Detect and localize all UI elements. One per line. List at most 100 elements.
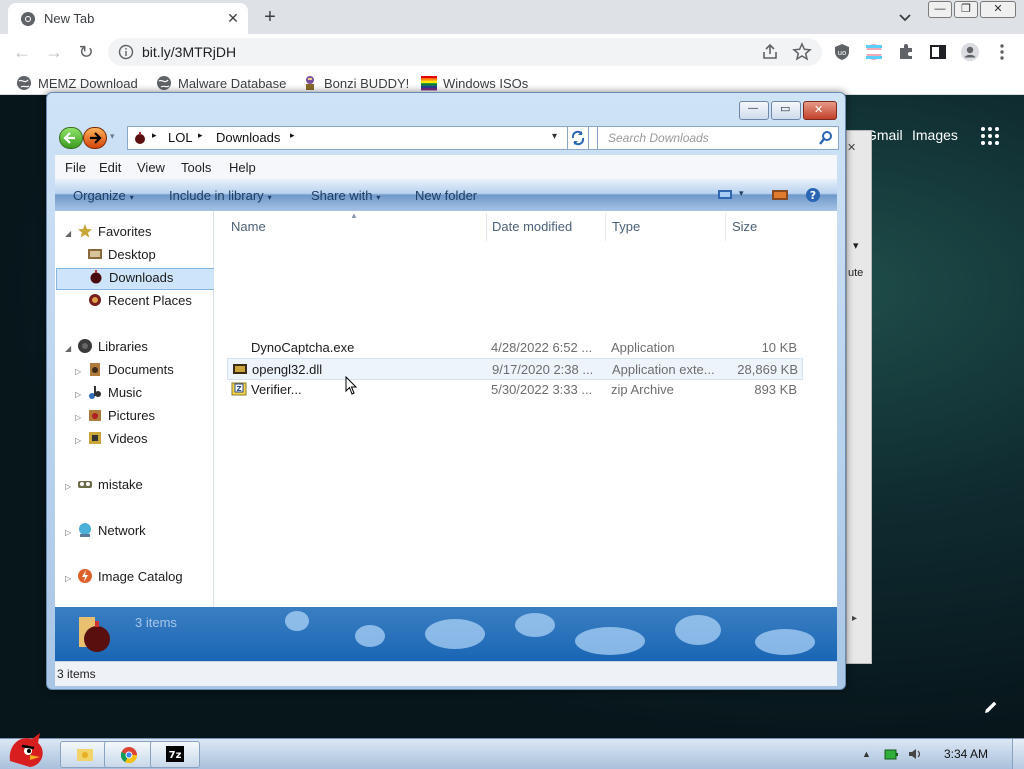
- battery-icon[interactable]: [884, 747, 898, 761]
- menu-file[interactable]: File: [65, 160, 86, 175]
- nav-mistake[interactable]: ▷ mistake: [65, 476, 143, 496]
- taskbar-explorer-button[interactable]: [60, 741, 110, 768]
- side-panel-icon[interactable]: [928, 42, 948, 62]
- column-divider[interactable]: [605, 213, 606, 241]
- share-with-button[interactable]: Share with ▾: [311, 188, 380, 203]
- breadcrumb-lol[interactable]: LOL: [168, 130, 193, 145]
- menu-tools[interactable]: Tools: [181, 160, 211, 175]
- nav-pictures[interactable]: ▷ Pictures: [75, 407, 155, 427]
- nav-recent-places[interactable]: Recent Places: [85, 292, 192, 312]
- collapse-triangle-icon[interactable]: ◢: [65, 229, 75, 238]
- search-downloads-input[interactable]: Search Downloads: [597, 126, 839, 150]
- bookmark-memz-download[interactable]: MEMZ Download: [16, 75, 138, 91]
- restore-button[interactable]: ❐: [954, 1, 978, 18]
- tab-search-chevron-icon[interactable]: [896, 8, 914, 26]
- taskbar-chrome-button[interactable]: [104, 741, 154, 768]
- bookmark-bonzi-buddy[interactable]: Bonzi BUDDY!: [302, 75, 409, 91]
- nav-documents[interactable]: ▷ Documents: [75, 361, 174, 381]
- expand-triangle-icon[interactable]: ▷: [75, 413, 85, 422]
- share-icon[interactable]: [760, 42, 780, 62]
- show-hidden-icons-button[interactable]: ▲: [862, 749, 871, 759]
- new-folder-button[interactable]: New folder: [415, 188, 477, 203]
- address-history-chevron-icon[interactable]: ▾: [552, 131, 557, 142]
- nav-music[interactable]: ▷ Music: [75, 384, 142, 404]
- forward-button[interactable]: →: [42, 40, 66, 64]
- start-button-angry-bird-icon[interactable]: [4, 731, 48, 769]
- favorites-star-icon: [78, 224, 92, 238]
- preview-pane-icon[interactable]: [771, 188, 789, 202]
- window-minimize-button[interactable]: —: [739, 101, 769, 120]
- column-header-date-modified[interactable]: Date modified: [492, 219, 572, 234]
- volume-icon[interactable]: [908, 747, 922, 761]
- nav-network[interactable]: ▷ Network: [65, 522, 146, 542]
- file-row-opengl32[interactable]: opengl32.dll 9/17/2020 2:38 ... Applicat…: [227, 358, 803, 380]
- tab-close-icon[interactable]: ✕: [224, 9, 242, 27]
- extensions-puzzle-icon[interactable]: [896, 42, 916, 62]
- reload-button[interactable]: ↻: [74, 40, 98, 64]
- organize-button[interactable]: Organize ▾: [73, 188, 134, 203]
- tab-new-tab[interactable]: New Tab ✕: [8, 3, 248, 34]
- bookmark-star-icon[interactable]: [792, 42, 812, 62]
- include-in-library-button[interactable]: Include in library ▾: [169, 188, 272, 203]
- taskbar-7zip-button[interactable]: 7z: [150, 741, 200, 768]
- bookmark-malware-database[interactable]: Malware Database: [156, 75, 286, 91]
- expand-triangle-icon[interactable]: ▷: [75, 436, 85, 445]
- recent-pages-chevron-icon[interactable]: ▾: [110, 131, 115, 142]
- background-dialog-close-icon[interactable]: ✕: [847, 141, 856, 154]
- column-divider[interactable]: [486, 213, 487, 241]
- refresh-button[interactable]: [567, 126, 589, 150]
- column-header-name[interactable]: Name: [231, 219, 266, 234]
- menu-edit[interactable]: Edit: [99, 160, 121, 175]
- column-header-size[interactable]: Size: [732, 219, 757, 234]
- background-dialog-edge: ✕ ▾ ute ▸: [846, 130, 872, 664]
- help-icon[interactable]: ?: [805, 187, 821, 203]
- taskbar-clock[interactable]: 3:34 AM: [944, 747, 988, 761]
- more-menu-icon[interactable]: [992, 42, 1012, 62]
- profile-avatar-icon[interactable]: [960, 42, 980, 62]
- file-row-verifier[interactable]: Z Verifier... 5/30/2022 3:33 ... zip Arc…: [227, 379, 801, 399]
- background-dialog-chevron-icon[interactable]: ▾: [853, 239, 859, 252]
- window-maximize-button[interactable]: ▭: [771, 101, 801, 120]
- address-bar[interactable]: bit.ly/3MTRjDH: [108, 38, 822, 66]
- google-apps-grid-icon[interactable]: [980, 126, 1000, 146]
- view-options-chevron-icon[interactable]: ▾: [739, 188, 744, 199]
- window-close-button[interactable]: ✕: [803, 101, 837, 120]
- documents-icon: [90, 363, 100, 376]
- bookmark-windows-isos[interactable]: Windows ISOs: [421, 75, 528, 91]
- info-icon[interactable]: [118, 44, 134, 60]
- change-view-icon[interactable]: [717, 188, 733, 202]
- images-link[interactable]: Images: [912, 127, 958, 143]
- forward-arrow-button[interactable]: [83, 127, 107, 149]
- minimize-button[interactable]: —: [928, 1, 952, 18]
- expand-triangle-icon[interactable]: ▷: [65, 482, 75, 491]
- expand-triangle-icon[interactable]: ▷: [75, 390, 85, 399]
- nav-favorites[interactable]: ◢ Favorites: [65, 223, 151, 243]
- nav-libraries[interactable]: ◢ Libraries: [65, 338, 148, 358]
- nav-desktop[interactable]: Desktop: [85, 246, 156, 266]
- menu-view[interactable]: View: [137, 160, 165, 175]
- column-divider[interactable]: [725, 213, 726, 241]
- customize-pencil-icon[interactable]: [982, 698, 1000, 716]
- new-tab-button[interactable]: +: [258, 5, 282, 29]
- pride-extension-icon[interactable]: [864, 42, 884, 62]
- ublock-extension-icon[interactable]: uo: [832, 42, 852, 62]
- collapse-triangle-icon[interactable]: ◢: [65, 344, 75, 353]
- nav-videos[interactable]: ▷ Videos: [75, 430, 148, 450]
- expand-triangle-icon[interactable]: ▷: [65, 528, 75, 537]
- breadcrumb-downloads[interactable]: Downloads: [216, 130, 280, 145]
- nav-image-catalog-label: Image Catalog: [98, 569, 183, 584]
- show-desktop-button[interactable]: [1012, 739, 1024, 769]
- expand-triangle-icon[interactable]: ▷: [75, 367, 85, 376]
- back-button[interactable]: ←: [10, 40, 34, 64]
- background-dialog-scroll-icon[interactable]: ▸: [852, 613, 857, 624]
- nav-downloads[interactable]: Downloads: [56, 268, 240, 290]
- close-button[interactable]: ✕: [980, 1, 1016, 18]
- expand-triangle-icon[interactable]: ▷: [65, 574, 75, 583]
- search-icon[interactable]: [818, 130, 834, 146]
- nav-image-catalog[interactable]: ▷ Image Catalog: [65, 568, 183, 588]
- file-row-dynocaptcha[interactable]: DynoCaptcha.exe 4/28/2022 6:52 ... Appli…: [227, 337, 801, 357]
- address-breadcrumb[interactable]: ▸ LOL ▸ Downloads ▸ ▾: [127, 126, 599, 150]
- menu-help[interactable]: Help: [229, 160, 256, 175]
- column-header-type[interactable]: Type: [612, 219, 640, 234]
- back-arrow-button[interactable]: [59, 127, 83, 149]
